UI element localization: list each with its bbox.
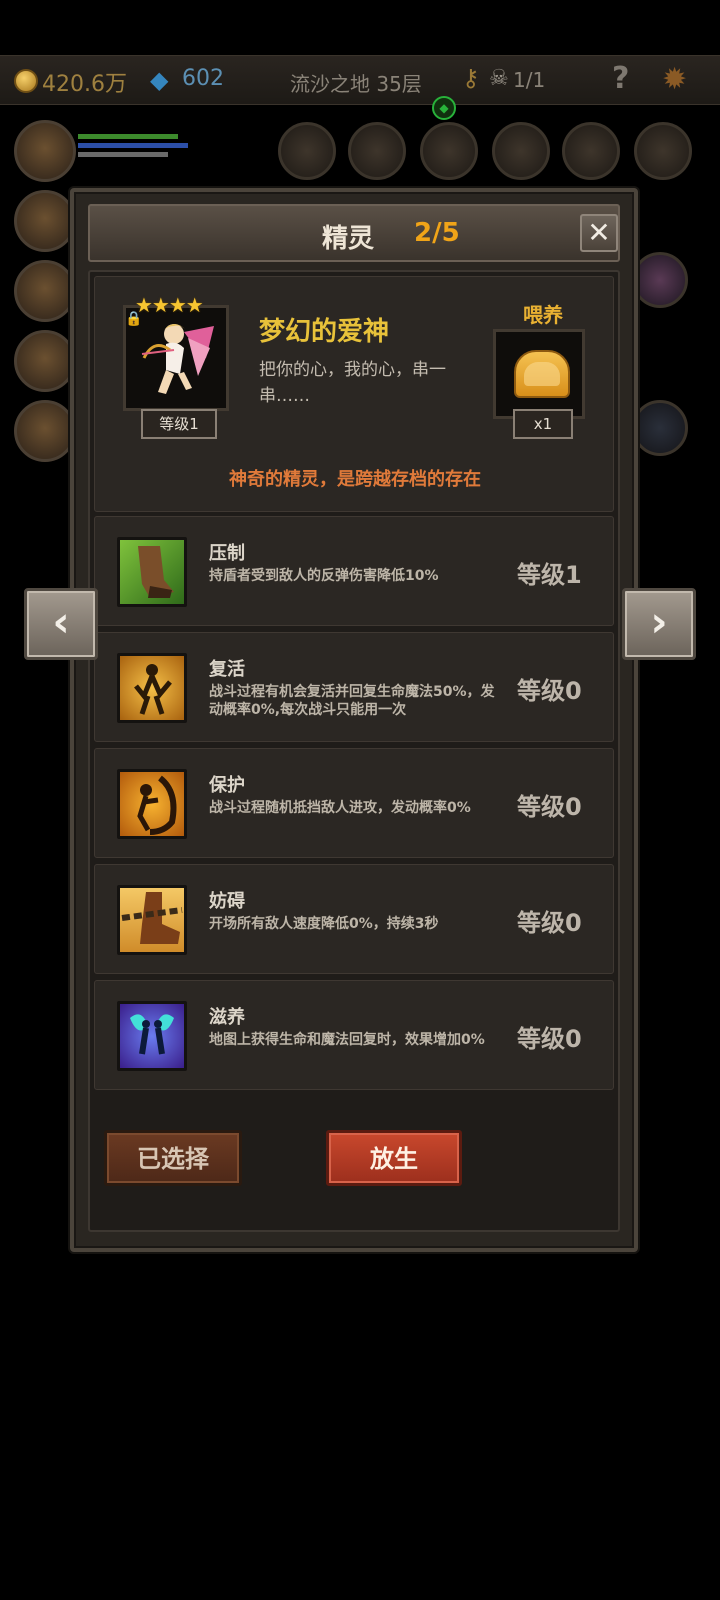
kill-count: 1/1: [513, 68, 546, 92]
skill-row[interactable]: 滋养 地图上获得生命和魔法回复时，效果增加0% 等级0: [94, 980, 614, 1090]
skull-icon: ☠: [489, 66, 509, 91]
skill-name: 压制: [209, 543, 245, 564]
gear-icon[interactable]: ✹: [662, 62, 687, 97]
skill-row[interactable]: 压制 持盾者受到敌人的反弹伤害降低10% 等级1: [94, 516, 614, 626]
bread-icon: [514, 350, 570, 398]
chained-boot-icon: [117, 885, 187, 955]
sprite-count: 2/5: [414, 218, 460, 248]
skill-name: 滋养: [209, 1007, 245, 1028]
dialog-body: 🔒 ★★★★ 等级1 梦幻的爱神 把你的心，我的心，串一串…… 喂养 x1 神奇…: [88, 270, 620, 1232]
diamond-icon: ◆: [150, 66, 169, 94]
hero-portrait-3[interactable]: [14, 260, 76, 322]
key-icon: ⚷: [462, 64, 480, 92]
skill-name: 复活: [209, 659, 245, 680]
skill-level: 等级0: [517, 909, 582, 937]
equip-slot-3[interactable]: [420, 122, 478, 180]
hoof-icon: [117, 537, 187, 607]
top-status-bar: 420.6万 ◆ 602 流沙之地 35层 ⚷ ☠ 1/1 ? ✹: [0, 55, 720, 105]
dialog-titlebar: 精灵 2/5 ✕: [88, 204, 620, 262]
sprite-info-panel: 🔒 ★★★★ 等级1 梦幻的爱神 把你的心，我的心，串一串…… 喂养 x1 神奇…: [94, 276, 614, 512]
skill-description: 持盾者受到敌人的反弹伤害降低10%: [209, 568, 439, 584]
star-rating: ★★★★: [135, 293, 204, 317]
sprite-description: 把你的心，我的心，串一串……: [259, 360, 446, 406]
fairy-icon: [117, 1001, 187, 1071]
hero-portrait-5[interactable]: [14, 400, 76, 462]
notification-dot-icon: ◆: [432, 96, 456, 120]
next-arrow-button[interactable]: ›: [622, 588, 696, 660]
prev-arrow-button[interactable]: ‹: [24, 588, 98, 660]
help-button[interactable]: ?: [612, 61, 629, 96]
gem-amount: 602: [182, 66, 224, 91]
gold-coin-icon: [14, 69, 38, 93]
cupid-icon: [141, 324, 214, 394]
gold-amount: 420.6万: [42, 72, 127, 97]
equip-slot-6[interactable]: [634, 122, 692, 180]
revive-icon: [117, 653, 187, 723]
skill-level: 等级0: [517, 793, 582, 821]
skill-level: 等级1: [517, 561, 582, 589]
skill-row[interactable]: 妨碍 开场所有敌人速度降低0%，持续3秒 等级0: [94, 864, 614, 974]
skill-level: 等级0: [517, 677, 582, 705]
hero-portrait-2[interactable]: [14, 190, 76, 252]
sprite-level-badge: 等级1: [141, 409, 217, 439]
selected-button[interactable]: 已选择: [104, 1130, 242, 1186]
close-button[interactable]: ✕: [580, 214, 618, 252]
sprite-name: 梦幻的爱神: [259, 317, 390, 347]
skill-row[interactable]: 保护 战斗过程随机抵挡敌人进攻，发动概率0% 等级0: [94, 748, 614, 858]
skill-description: 地图上获得生命和魔法回复时，效果增加0%: [209, 1032, 485, 1048]
sprite-tagline: 神奇的精灵，是跨越存档的存在: [229, 469, 481, 490]
feed-label: 喂养: [523, 303, 563, 327]
feed-quantity: x1: [513, 409, 573, 439]
skill-name: 保护: [209, 775, 245, 796]
side-monster: [632, 400, 688, 456]
equip-slot-1[interactable]: [278, 122, 336, 180]
hero-portrait-4[interactable]: [14, 330, 76, 392]
feed-item-slot[interactable]: [493, 329, 585, 419]
equip-slot-5[interactable]: [562, 122, 620, 180]
skill-description: 开场所有敌人速度降低0%，持续3秒: [209, 916, 439, 932]
side-portrait: [632, 252, 688, 308]
skill-row[interactable]: 复活 战斗过程有机会复活并回复生命魔法50%，发动概率0%,每次战斗只能用一次 …: [94, 632, 614, 742]
protect-icon: [117, 769, 187, 839]
skill-level: 等级0: [517, 1025, 582, 1053]
equip-slot-2[interactable]: [348, 122, 406, 180]
skill-description: 战斗过程随机抵挡敌人进攻，发动概率0%: [209, 800, 471, 816]
hero-stat-bars: [78, 134, 198, 161]
dungeon-level: 流沙之地 35层: [290, 72, 422, 96]
hero-portrait-1[interactable]: [14, 120, 76, 182]
release-button[interactable]: 放生: [326, 1130, 462, 1186]
skill-description: 战斗过程有机会复活并回复生命魔法50%，发动概率0%,每次战斗只能用一次: [209, 684, 495, 718]
equip-slot-4[interactable]: [492, 122, 550, 180]
dialog-title: 精灵: [322, 224, 375, 254]
skill-name: 妨碍: [209, 891, 245, 912]
sprite-dialog: 精灵 2/5 ✕ 🔒 ★★★★ 等级1 梦幻的爱神 把你的心，我的心，串一串………: [70, 188, 638, 1252]
